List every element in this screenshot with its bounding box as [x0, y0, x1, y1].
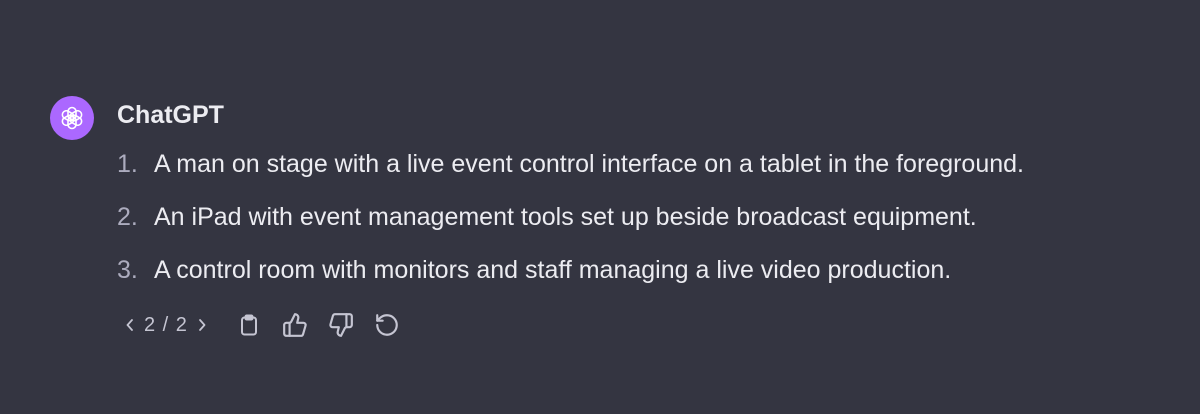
- regenerate-button[interactable]: [372, 310, 402, 340]
- openai-logo-icon: [61, 106, 83, 130]
- thumbs-up-button[interactable]: [280, 310, 310, 340]
- chevron-right-icon: [199, 319, 206, 331]
- list-item-text: A control room with monitors and staff m…: [154, 256, 952, 284]
- regenerate-icon: [376, 314, 398, 336]
- thumbs-up-icon: [283, 313, 307, 337]
- list-item: 3. A control room with monitors and staf…: [117, 250, 1177, 303]
- list-item-text: A man on stage with a live event control…: [154, 150, 1024, 178]
- thumbs-down-icon: [329, 313, 353, 337]
- thumbs-down-button[interactable]: [326, 310, 356, 340]
- list-item-text: An iPad with event management tools set …: [154, 203, 977, 231]
- list-item-number: 3.: [117, 256, 138, 284]
- copy-button[interactable]: [234, 310, 264, 340]
- response-counter: 2 / 2: [144, 313, 188, 336]
- previous-response-button[interactable]: [122, 313, 138, 337]
- list-item: 2. An iPad with event management tools s…: [117, 197, 1177, 250]
- answer-list: 1. A man on stage with a live event cont…: [117, 144, 1177, 303]
- chatgpt-avatar: [50, 96, 94, 140]
- list-item: 1. A man on stage with a live event cont…: [117, 144, 1177, 197]
- message-toolbar: 2 / 2: [122, 308, 418, 342]
- author-name: ChatGPT: [117, 101, 224, 129]
- chevron-left-icon: [126, 319, 133, 331]
- list-item-number: 2.: [117, 203, 138, 231]
- response-pager: 2 / 2: [122, 313, 210, 337]
- clipboard-icon: [240, 314, 257, 336]
- list-item-number: 1.: [117, 150, 138, 178]
- next-response-button[interactable]: [194, 313, 210, 337]
- assistant-message: ChatGPT 1. A man on stage with a live ev…: [50, 94, 1180, 354]
